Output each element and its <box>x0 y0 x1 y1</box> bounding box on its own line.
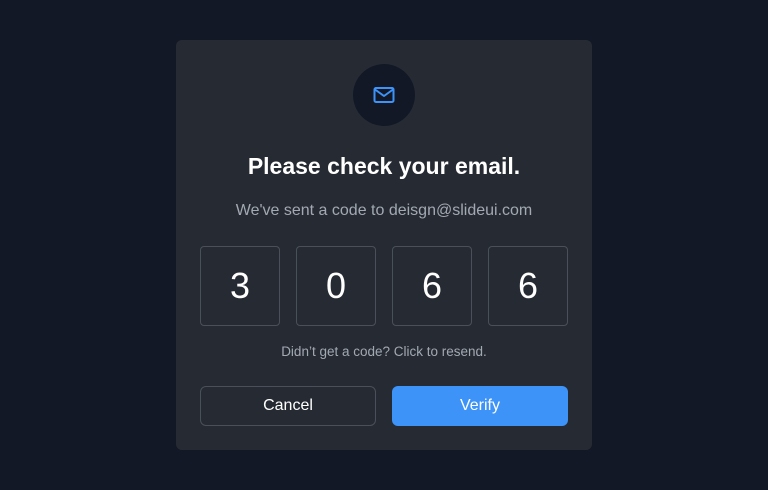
mail-icon <box>373 87 395 103</box>
resend-code-link[interactable]: Didn’t get a code? Click to resend. <box>176 343 592 361</box>
code-digit-4[interactable]: 6 <box>488 246 568 326</box>
mail-icon-badge <box>353 64 415 126</box>
code-input-group: 3 0 6 6 <box>200 246 568 326</box>
cancel-button[interactable]: Cancel <box>200 386 376 426</box>
code-digit-2[interactable]: 0 <box>296 246 376 326</box>
code-digit-3[interactable]: 6 <box>392 246 472 326</box>
verification-modal: Please check your email. We've sent a co… <box>176 40 592 450</box>
verify-button[interactable]: Verify <box>392 386 568 426</box>
modal-subtitle: We've sent a code to deisgn@slideui.com <box>235 202 533 219</box>
modal-title: Please check your email. <box>247 153 521 179</box>
code-digit-1[interactable]: 3 <box>200 246 280 326</box>
